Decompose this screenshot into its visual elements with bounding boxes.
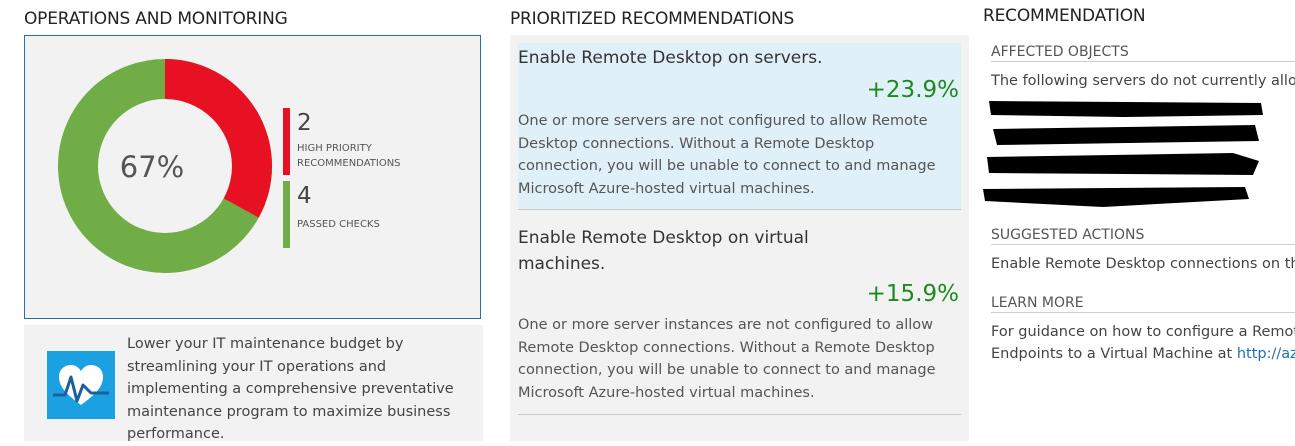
learn-more-text-line1: For guidance on how to configure a Remot [991, 324, 1295, 340]
recommendation-title-heading: RECOMMENDATION [983, 6, 1146, 26]
health-donut-chart: 67% [58, 59, 272, 273]
learn-more-text-line2: Endpoints to a Virtual Machine at http:/… [991, 343, 1295, 365]
legend-label-high-priority-line1: HIGH PRIORITY [297, 143, 372, 154]
legend-label-high-priority-line2: RECOMMENDATIONS [297, 158, 401, 169]
tip-text: Lower your IT maintenance budget by stre… [127, 336, 454, 442]
operations-summary-panel[interactable]: 67% 2 HIGH PRIORITY RECOMMENDATIONS 4 PA… [24, 35, 481, 319]
recommendation-title: Enable Remote Desktop on virtual machine… [518, 228, 809, 274]
heart-pulse-icon [47, 351, 115, 419]
tip-panel: Lower your IT maintenance budget by stre… [24, 325, 483, 442]
legend-bar-passed [283, 181, 290, 248]
suggested-actions-heading: SUGGESTED ACTIONS [991, 227, 1295, 245]
recommendation-item[interactable]: Enable Remote Desktop on virtual machine… [518, 223, 961, 415]
affected-objects-text: The following servers do not currently a… [991, 73, 1295, 89]
prioritized-list: Enable Remote Desktop on servers. +23.9%… [510, 35, 969, 441]
recommendation-description: One or more servers are not configured t… [518, 113, 936, 197]
donut-percent-label: 67% [120, 150, 184, 184]
learn-more-heading: LEARN MORE [991, 295, 1295, 313]
recommendation-score: +23.9% [866, 77, 959, 103]
legend-label-passed: PASSED CHECKS [297, 219, 380, 230]
recommendation-detail-panel: AFFECTED OBJECTS The following servers d… [983, 35, 1295, 441]
learn-more-text-prefix: Endpoints to a Virtual Machine at [991, 346, 1237, 362]
learn-more-link[interactable]: http://az [1237, 346, 1295, 362]
legend-count-passed: 4 [297, 183, 312, 209]
affected-objects-heading: AFFECTED OBJECTS [991, 44, 1295, 62]
legend-bar-high-priority [283, 108, 290, 175]
legend-count-high-priority: 2 [297, 110, 312, 136]
operations-title: OPERATIONS AND MONITORING [24, 9, 288, 29]
redacted-server-list [983, 101, 1263, 207]
suggested-actions-text: Enable Remote Desktop connections on th [991, 256, 1295, 272]
recommendation-title: Enable Remote Desktop on servers. [518, 48, 823, 68]
recommendation-item[interactable]: Enable Remote Desktop on servers. +23.9%… [518, 43, 961, 210]
recommendation-description: One or more server instances are not con… [518, 317, 936, 401]
prioritized-title: PRIORITIZED RECOMMENDATIONS [510, 9, 795, 29]
recommendation-score: +15.9% [866, 281, 959, 307]
